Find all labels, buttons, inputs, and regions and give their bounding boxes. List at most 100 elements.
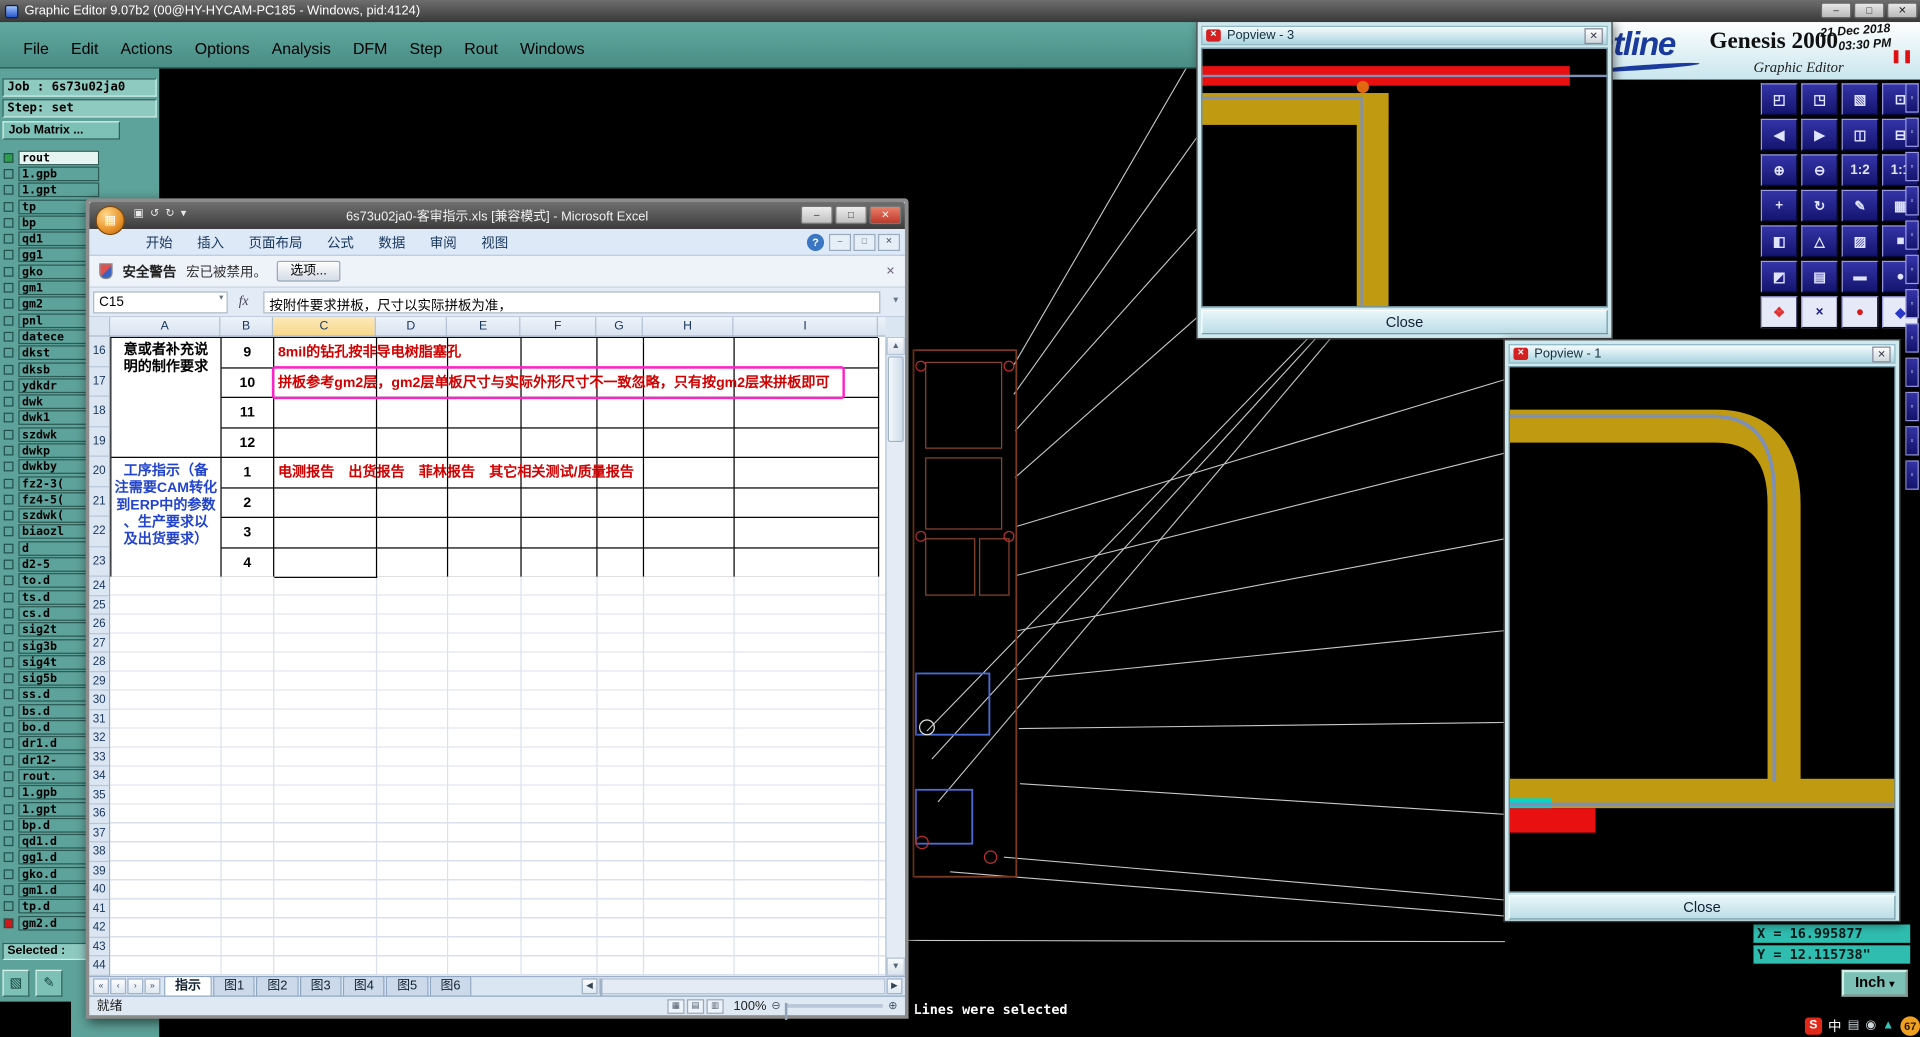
zoom-out-icon[interactable]: ⊖ — [771, 999, 780, 1012]
row-header[interactable]: 16 — [89, 337, 109, 367]
sheet-nav-button[interactable]: « — [93, 978, 109, 995]
cell-empty[interactable] — [734, 488, 880, 519]
ribbon-tab[interactable]: 插入 — [185, 228, 236, 255]
popview-1-close-icon[interactable]: ✕ — [1872, 345, 1891, 362]
normal-view-icon[interactable]: ▦ — [667, 998, 685, 1014]
layer-color-box[interactable] — [3, 901, 14, 912]
cell-empty[interactable] — [448, 428, 522, 459]
horizontal-scrollbar[interactable]: ◀ ▶ — [581, 978, 903, 1002]
cell-empty[interactable] — [377, 548, 449, 579]
toolbar-button[interactable]: ⊖ — [1801, 154, 1838, 187]
layer-row[interactable]: 1.gpt — [0, 182, 159, 198]
scroll-left-icon[interactable]: ◀ — [581, 978, 598, 995]
popview-1-window[interactable]: ✕ Popview - 1 ✕ Close — [1503, 339, 1901, 923]
formula-input[interactable]: 按附件要求拼板，尺寸以实际拼板为准， — [263, 291, 881, 314]
cell-empty[interactable] — [448, 398, 522, 429]
layer-color-box[interactable] — [3, 803, 14, 814]
toolbar-button[interactable]: + — [1760, 189, 1798, 222]
empty-rows-area[interactable] — [110, 577, 886, 976]
cell-empty[interactable] — [448, 548, 522, 579]
row-header[interactable]: 35 — [89, 786, 109, 805]
toolbar-button[interactable]: ◰ — [1760, 83, 1798, 116]
units-button[interactable]: Inch ▾ — [1841, 969, 1908, 997]
fx-icon[interactable]: fx — [239, 294, 249, 309]
row-header[interactable]: 24 — [89, 577, 109, 597]
maximize-button[interactable]: □ — [1853, 2, 1885, 19]
step-field[interactable]: Step: set — [2, 99, 157, 118]
scroll-down-icon[interactable]: ▼ — [886, 957, 905, 976]
toolbar-button[interactable]: ◩ — [1760, 260, 1798, 293]
layer-color-box[interactable] — [3, 575, 14, 586]
cell-empty[interactable] — [377, 488, 449, 519]
note-tool-button[interactable]: ✎ — [35, 969, 63, 997]
ribbon-tab[interactable]: 公式 — [315, 228, 366, 255]
row-header[interactable]: 20 — [89, 457, 109, 488]
menu-item[interactable]: Step — [398, 37, 453, 60]
layer-color-box[interactable] — [3, 331, 14, 342]
layer-color-box[interactable] — [3, 429, 14, 440]
side-strip-button[interactable]: ▫ — [1905, 220, 1919, 250]
cell-instruction[interactable] — [274, 488, 378, 519]
ribbon-tab[interactable]: 视图 — [469, 228, 520, 255]
side-strip-button[interactable]: ▫ — [1905, 186, 1919, 216]
layer-color-box[interactable] — [3, 559, 14, 570]
cell-empty[interactable] — [377, 428, 449, 459]
row-header[interactable]: 26 — [89, 615, 109, 635]
column-header[interactable]: I — [733, 317, 878, 336]
toolbar-button[interactable]: △ — [1801, 225, 1838, 258]
hscroll-track[interactable] — [598, 978, 886, 1002]
cell-empty[interactable] — [377, 398, 449, 429]
layer-color-box[interactable] — [3, 413, 14, 423]
layer-color-box[interactable] — [3, 689, 14, 700]
row-header[interactable]: 43 — [89, 938, 109, 957]
sheet-tab[interactable]: 指示 — [164, 975, 212, 996]
cell-empty[interactable] — [521, 337, 598, 369]
column-header[interactable]: D — [376, 317, 447, 336]
toolbar-button[interactable]: ◀ — [1760, 118, 1798, 151]
layer-color-box[interactable] — [3, 543, 14, 554]
job-field[interactable]: Job : 6s73u02ja0 — [2, 78, 157, 97]
ime-language-icon[interactable]: 中 — [1828, 1016, 1841, 1036]
side-strip-button[interactable]: ▫ — [1905, 254, 1919, 285]
cell-empty[interactable] — [644, 518, 735, 549]
close-button[interactable]: ✕ — [1886, 2, 1918, 19]
side-strip-button[interactable]: ▫ — [1905, 83, 1919, 113]
merged-cell-process[interactable]: 工序指示（备 注需要CAM转化 到ERP中的参数 、生产要求以 及出货要求） — [111, 458, 222, 579]
cell-empty[interactable] — [734, 548, 880, 579]
menu-item[interactable]: Rout — [453, 37, 509, 60]
cell-instruction[interactable] — [274, 428, 378, 459]
popview-3-window[interactable]: ✕ Popview - 3 ✕ Close — [1196, 20, 1613, 340]
sogou-input-icon[interactable]: S — [1804, 1016, 1822, 1035]
toolbar-button[interactable]: ◧ — [1760, 225, 1798, 258]
layer-color-box[interactable] — [3, 266, 14, 277]
zoom-level[interactable]: 100% — [734, 999, 767, 1014]
toolbar-button[interactable]: ↻ — [1801, 189, 1838, 222]
row-header[interactable]: 38 — [89, 843, 109, 862]
layer-color-box[interactable] — [3, 771, 14, 782]
toolbar-button[interactable]: 1:2 — [1841, 154, 1879, 187]
layer-color-box[interactable] — [3, 755, 14, 765]
layer-color-box[interactable] — [3, 592, 14, 603]
workbook-restore-button[interactable]: □ — [853, 233, 876, 252]
side-strip-button[interactable]: ▫ — [1905, 323, 1919, 353]
column-header[interactable]: C — [273, 317, 376, 336]
row-header[interactable]: 44 — [89, 957, 109, 976]
job-matrix-button[interactable]: Job Matrix ... — [2, 121, 121, 140]
row-header[interactable]: 17 — [89, 367, 109, 397]
column-header[interactable]: A — [110, 317, 221, 336]
cell-empty[interactable] — [734, 518, 880, 549]
ribbon-tab[interactable]: 开始 — [133, 228, 184, 255]
layer-color-box[interactable] — [3, 657, 14, 668]
row-header[interactable]: 32 — [89, 729, 109, 749]
security-bar-close-icon[interactable]: ✕ — [886, 264, 895, 277]
row-header[interactable]: 22 — [89, 517, 109, 548]
layer-row[interactable]: 1.gpb — [0, 166, 159, 182]
column-header[interactable]: E — [447, 317, 521, 336]
toolbar-button[interactable]: ▨ — [1841, 225, 1879, 258]
toolbar-button[interactable]: ◳ — [1801, 83, 1838, 116]
toolbar-button[interactable]: ▶ — [1801, 118, 1838, 151]
column-header[interactable]: G — [596, 317, 643, 336]
layer-color-box[interactable] — [3, 152, 14, 163]
ribbon-tab[interactable]: 数据 — [366, 228, 417, 255]
layer-color-box[interactable] — [3, 380, 14, 391]
